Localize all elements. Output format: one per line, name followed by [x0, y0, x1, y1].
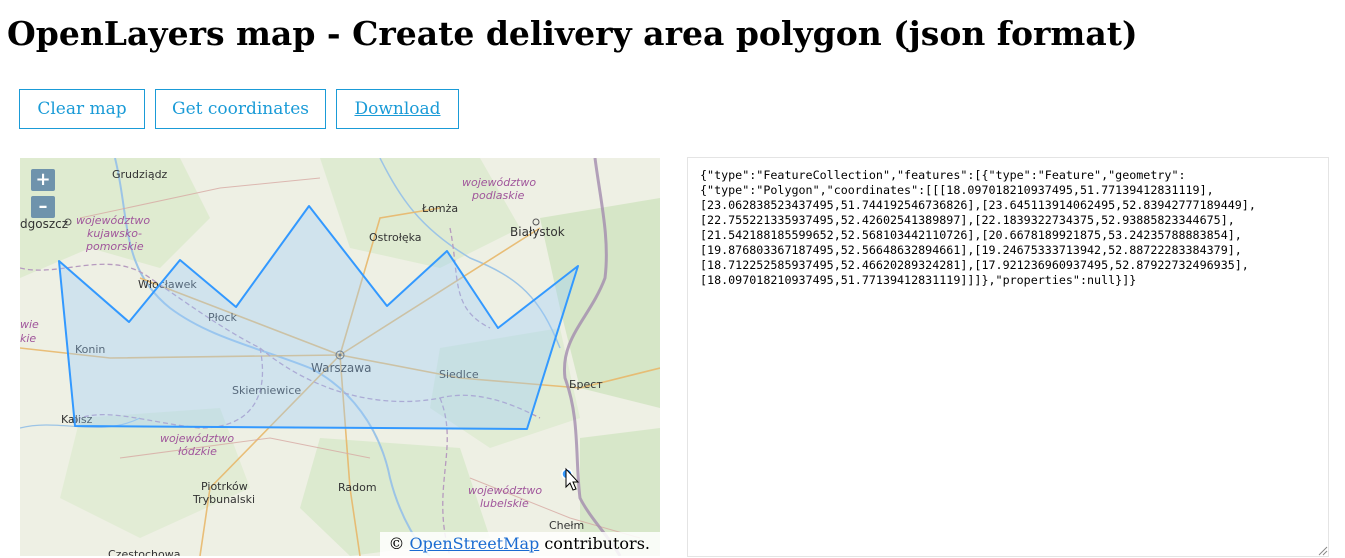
region-label: łódzkie [178, 445, 217, 458]
region-label: województwo [76, 214, 150, 227]
region-label: województwo [462, 176, 536, 189]
region-label: województwo [468, 484, 542, 497]
region-label: lubelskie [480, 497, 529, 510]
city-label: Chełm [549, 519, 584, 532]
city-label: Trybunalski [192, 493, 255, 506]
city-label: Брест [569, 378, 603, 391]
coordinates-output[interactable]: {"type":"FeatureCollection","features":[… [687, 157, 1329, 557]
zoom-out-button[interactable]: – [31, 196, 55, 218]
region-label: kujawsko- [87, 227, 142, 240]
region-label: wie [20, 318, 39, 331]
clear-map-button[interactable]: Clear map [19, 89, 145, 129]
region-label: podlaskie [471, 189, 525, 202]
resize-grip-icon[interactable] [1316, 544, 1328, 556]
city-label: Łomża [421, 202, 458, 215]
map-attribution: © OpenStreetMap contributors. [380, 532, 660, 556]
download-button[interactable]: Download [336, 89, 459, 129]
map-canvas[interactable]: województwo podlaskie województwo kujaws… [20, 158, 660, 556]
region-label: województwo [160, 432, 234, 445]
city-label: Ostrołęka [369, 231, 422, 244]
region-label: kie [20, 332, 36, 345]
copyright-symbol: © [388, 534, 405, 553]
city-label: dgoszcz [20, 217, 68, 231]
city-label: Białystok [510, 225, 565, 239]
zoom-in-button[interactable]: + [31, 169, 55, 191]
attribution-suffix: contributors. [544, 534, 650, 553]
city-label: Częstochowa [108, 548, 180, 556]
region-label: pomorskie [85, 240, 144, 253]
map-tiles: województwo podlaskie województwo kujaws… [20, 158, 660, 556]
page-title: OpenLayers map - Create delivery area po… [7, 14, 1138, 53]
city-label: Grudziądz [112, 168, 168, 181]
openstreetmap-link[interactable]: OpenStreetMap [410, 534, 540, 553]
city-label: Piotrków [201, 480, 248, 493]
city-label: Radom [338, 481, 377, 494]
get-coordinates-button[interactable]: Get coordinates [155, 89, 326, 129]
